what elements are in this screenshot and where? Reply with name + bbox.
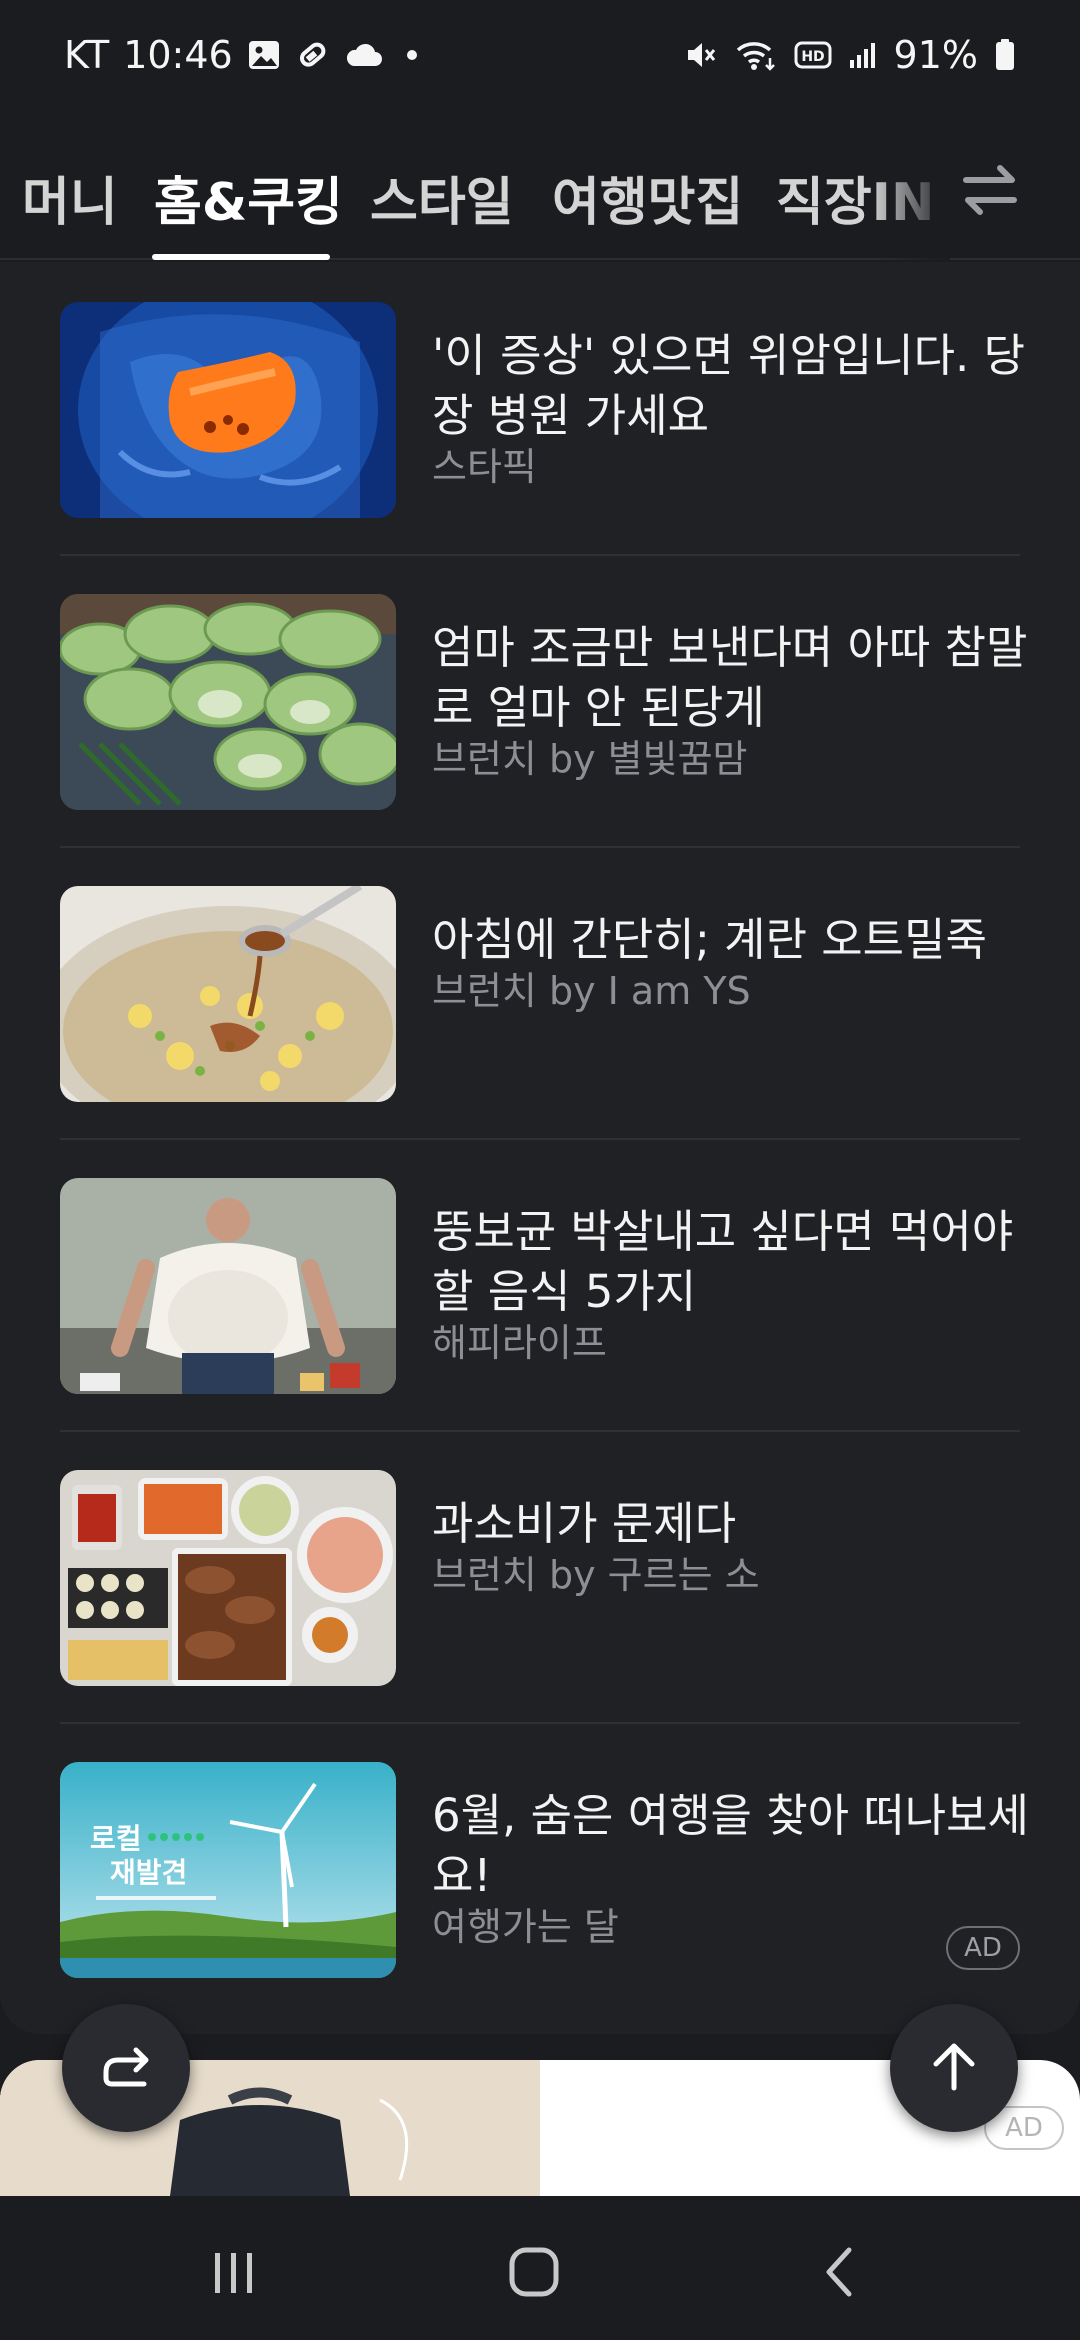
share-icon: [94, 2034, 158, 2102]
battery-percent: 91%: [893, 33, 978, 77]
tab-travel-food[interactable]: 여행맛집: [552, 160, 743, 235]
article-thumbnail: 로컬 재발견: [60, 1762, 396, 1978]
system-nav-bar: [0, 2196, 1080, 2340]
share-button[interactable]: [62, 2004, 190, 2132]
article-source: 브런치 by 별빛꿈맘: [432, 737, 748, 781]
article-source: 브런치 by 구르는 소: [432, 1553, 760, 1597]
battery-icon: [994, 38, 1016, 72]
list-item[interactable]: 아침에 간단히; 계란 오트밀죽 브런치 by I am YS: [60, 866, 1020, 1136]
article-thumbnail: [60, 594, 396, 810]
hd-icon: HD: [794, 40, 832, 70]
divider: [60, 846, 1020, 848]
cloud-icon: [345, 40, 383, 70]
clock: 10:46: [123, 33, 233, 77]
article-title: 엄마 조금만 보낸다며 아따 참말로 얼마 안 된당게: [432, 621, 1028, 734]
list-item[interactable]: 뚱보균 박살내고 싶다면 먹어야 할 음식 5가지 해피라이프: [60, 1158, 1020, 1428]
tab-row: 머니 홈&쿠킹 스타일 여행맛집 직장IN: [0, 130, 950, 260]
article-title: '이 증상' 있으면 위암입니다. 당장 병원 가세요: [432, 329, 1026, 442]
tab-style[interactable]: 스타일: [370, 160, 514, 235]
article-feed: '이 증상' 있으면 위암입니다. 당장 병원 가세요 스타픽 엄마 조금만 보…: [0, 262, 1080, 2034]
article-source: 여행가는 달: [432, 1905, 619, 1949]
ad-badge: AD: [946, 1926, 1020, 1970]
divider: [60, 1430, 1020, 1432]
active-tab-indicator: [152, 254, 330, 260]
category-tabs: 머니 홈&쿠킹 스타일 여행맛집 직장IN: [0, 130, 1080, 260]
recent-apps-icon[interactable]: [184, 2232, 284, 2312]
scroll-to-top-button[interactable]: [890, 2004, 1018, 2132]
wifi-icon: [734, 38, 778, 72]
status-bar: KT 10:46 HD 91%: [0, 0, 1080, 110]
mute-icon: [684, 38, 718, 72]
article-source: 해피라이프: [432, 1321, 607, 1365]
list-item[interactable]: 엄마 조금만 보낸다며 아따 참말로 얼마 안 된당게 브런치 by 별빛꿈맘: [60, 574, 1027, 844]
thumbnail-text: 재발견: [110, 1856, 187, 1889]
list-item-ad[interactable]: 로컬 재발견 6월, 숨은 여행을 찾아 떠나보세요! 여행가는 달 AD: [60, 1742, 1029, 2012]
screen: KT 10:46 HD 91% 머니 홈&쿠킹 스타일 여행맛집 직장IN '이…: [0, 0, 1080, 2340]
signal-icon: [848, 40, 878, 70]
article-thumbnail: [60, 1178, 396, 1394]
article-source: 브런치 by I am YS: [432, 969, 751, 1013]
article-title: 뚱보균 박살내고 싶다면 먹어야 할 음식 5가지: [432, 1205, 1014, 1318]
notification-dot: [406, 50, 417, 60]
tab-home-cooking[interactable]: 홈&쿠킹: [154, 160, 343, 235]
divider: [60, 554, 1020, 556]
home-icon[interactable]: [484, 2232, 584, 2312]
tab-money[interactable]: 머니: [22, 160, 118, 235]
arrow-up-icon: [922, 2034, 986, 2102]
article-thumbnail: [60, 302, 396, 518]
article-title: 6월, 숨은 여행을 찾아 떠나보세요!: [432, 1789, 1029, 1902]
article-source: 스타픽: [432, 445, 537, 489]
carrier: KT: [64, 33, 110, 77]
tab-fade: [870, 130, 950, 260]
svg-text:HD: HD: [801, 49, 824, 65]
list-item[interactable]: 과소비가 문제다 브런치 by 구르는 소: [60, 1450, 1020, 1720]
back-icon[interactable]: [790, 2232, 890, 2312]
swap-icon[interactable]: [950, 150, 1030, 230]
divider: [60, 1722, 1020, 1724]
thumbnail-text: 로컬: [90, 1822, 142, 1855]
article-thumbnail: [60, 1470, 396, 1686]
list-item[interactable]: '이 증상' 있으면 위암입니다. 당장 병원 가세요 스타픽: [60, 282, 1025, 552]
divider: [60, 1138, 1020, 1140]
image-icon: [247, 38, 281, 72]
link-icon: [295, 37, 331, 73]
article-thumbnail: [60, 886, 396, 1102]
